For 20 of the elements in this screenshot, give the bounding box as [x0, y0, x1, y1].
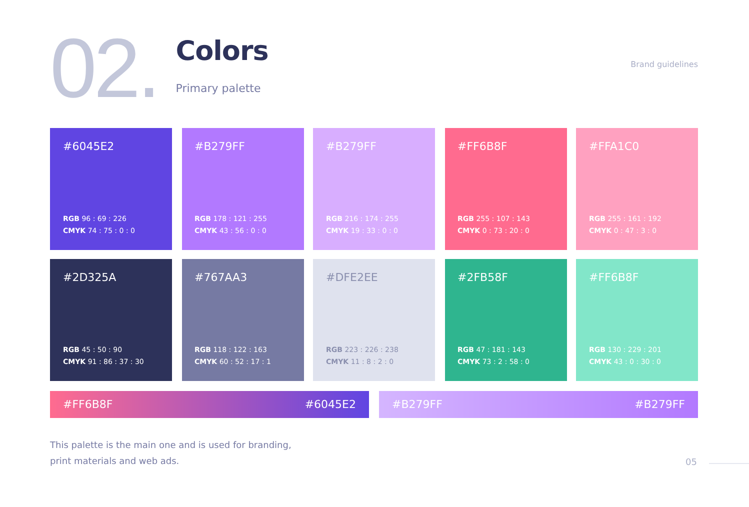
hex-code: #767AA3: [194, 271, 248, 284]
gradient-start-code: #B279FF: [392, 398, 442, 411]
hex-code: #DFE2EE: [326, 271, 379, 284]
header-label: Brand guidelines: [630, 60, 698, 69]
description-text: This palette is the main one and is used for branding, print materials and web ads.: [50, 440, 292, 469]
gradient-end-code: #B279FF: [634, 398, 685, 411]
section-number: 02.: [50, 26, 158, 110]
hex-code: #FFA1C0: [589, 140, 640, 153]
hex-code: #2D325A: [63, 271, 118, 284]
gradient-start-code: #FF6B8F: [63, 398, 113, 411]
page-number: 05: [686, 458, 697, 468]
hex-code: #B279FF: [194, 140, 246, 153]
hex-code: #FF6B8F: [589, 271, 640, 284]
hex-code: #B279FF: [326, 140, 378, 153]
page-title: Colors: [176, 35, 268, 69]
hex-code: #2FB58F: [458, 271, 509, 284]
page-subtitle: Primary palette: [176, 82, 262, 95]
hex-code: #6045E2: [63, 140, 116, 153]
hex-code: #FF6B8F: [458, 140, 508, 153]
gradient-end-code: #6045E2: [304, 398, 356, 411]
